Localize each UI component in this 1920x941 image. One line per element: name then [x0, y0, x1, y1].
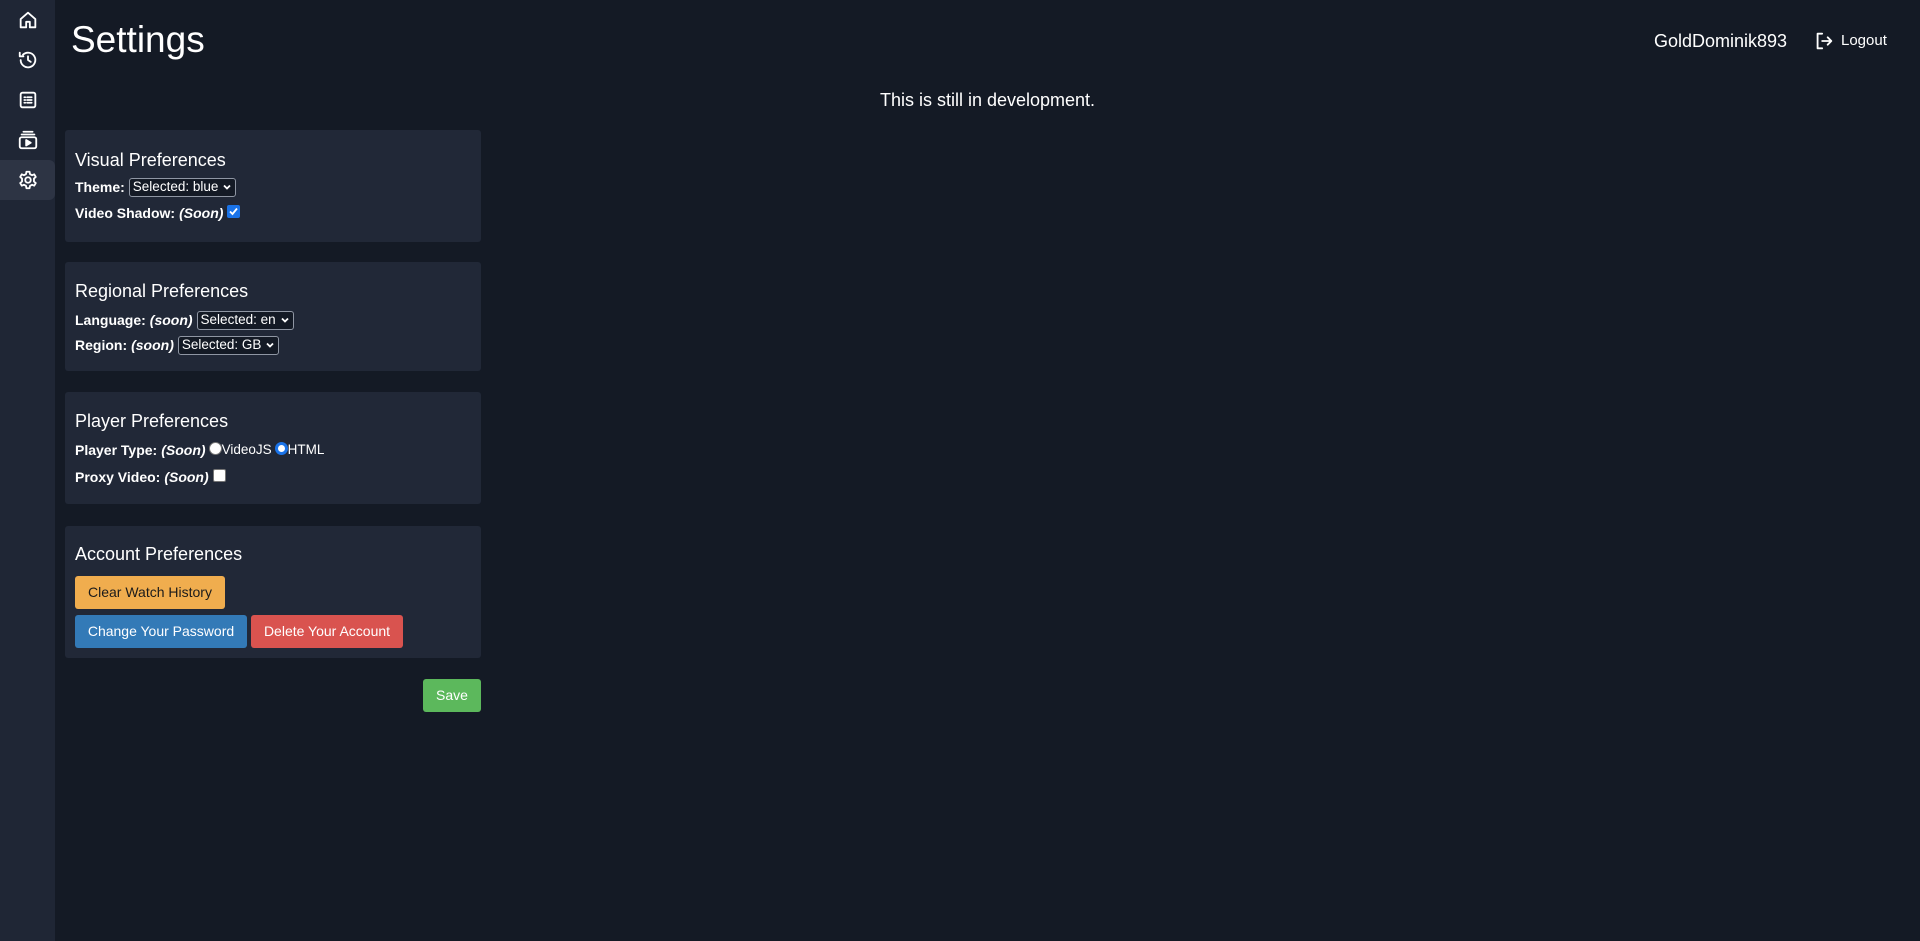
region-select-value: Selected: GB: [181, 337, 262, 352]
player-type-row: Player Type: (Soon) VideoJS HTML: [75, 440, 471, 460]
language-label: Language:: [75, 312, 146, 328]
player-type-note: (Soon): [161, 442, 206, 458]
logout-icon: [1816, 32, 1833, 50]
gear-icon: [18, 170, 37, 190]
proxy-video-label: Proxy Video:: [75, 469, 161, 485]
radio-videojs-label: VideoJS: [221, 442, 272, 457]
chevron-down-icon: [223, 184, 231, 190]
home-icon: [19, 11, 36, 29]
username: GoldDominik893: [1654, 31, 1788, 51]
player-type-label: Player Type:: [75, 442, 158, 458]
language-note: (soon): [149, 312, 193, 328]
logout-button[interactable]: Logout: [1813, 30, 1887, 52]
video-shadow-row: Video Shadow: (Soon): [75, 203, 471, 223]
page-title: Settings: [71, 19, 205, 60]
visual-preferences-card: Visual Preferences Theme: Selected: blue…: [65, 130, 481, 242]
region-label: Region:: [75, 337, 128, 353]
theme-row: Theme: Selected: blue: [75, 177, 471, 197]
clear-watch-history-button[interactable]: Clear Watch History: [75, 576, 225, 609]
video-shadow-checkbox[interactable]: [227, 205, 241, 218]
regional-preferences-heading: Regional Preferences: [75, 281, 249, 301]
sidebar-item-subscriptions[interactable]: [0, 120, 55, 160]
account-preferences-heading: Account Preferences: [75, 544, 243, 564]
theme-label: Theme:: [75, 179, 125, 195]
history-icon: [18, 51, 36, 69]
sidebar: [0, 0, 55, 941]
sidebar-item-settings[interactable]: [0, 160, 55, 200]
sidebar-item-history[interactable]: [0, 40, 55, 80]
proxy-video-row: Proxy Video: (Soon): [75, 467, 471, 487]
video-shadow-note: (Soon): [179, 205, 224, 221]
regional-preferences-card: Regional Preferences Language: (soon) Se…: [65, 262, 481, 371]
visual-preferences-heading: Visual Preferences: [75, 150, 226, 170]
region-select[interactable]: Selected: GB: [177, 335, 280, 355]
region-note: (soon): [131, 337, 174, 353]
theme-select[interactable]: Selected: blue: [128, 177, 237, 197]
checkmark-icon: [229, 207, 239, 216]
development-notice: This is still in development.: [879, 90, 1096, 110]
region-row: Region: (soon) Selected: GB: [75, 335, 471, 355]
radio-videojs[interactable]: [208, 441, 222, 455]
chevron-down-icon: [280, 317, 289, 323]
player-preferences-heading: Player Preferences: [75, 411, 229, 431]
radio-html[interactable]: [274, 441, 288, 455]
theme-select-value: Selected: blue: [132, 179, 219, 194]
radio-html-label: HTML: [287, 442, 325, 457]
logout-label: Logout: [1841, 32, 1887, 49]
proxy-video-checkbox[interactable]: [212, 469, 226, 482]
chevron-down-icon: [266, 342, 275, 348]
language-select[interactable]: Selected: en: [196, 310, 294, 330]
language-row: Language: (soon) Selected: en: [75, 310, 471, 330]
sidebar-item-home[interactable]: [0, 0, 55, 40]
subscriptions-icon: [18, 130, 37, 150]
delete-account-button[interactable]: Delete Your Account: [251, 615, 403, 648]
save-button[interactable]: Save: [423, 679, 481, 712]
language-select-value: Selected: en: [200, 312, 276, 327]
player-preferences-card: Player Preferences Player Type: (Soon) V…: [65, 392, 481, 504]
video-shadow-label: Video Shadow:: [75, 205, 176, 221]
change-password-button[interactable]: Change Your Password: [75, 615, 247, 648]
proxy-video-note: (Soon): [164, 469, 209, 485]
